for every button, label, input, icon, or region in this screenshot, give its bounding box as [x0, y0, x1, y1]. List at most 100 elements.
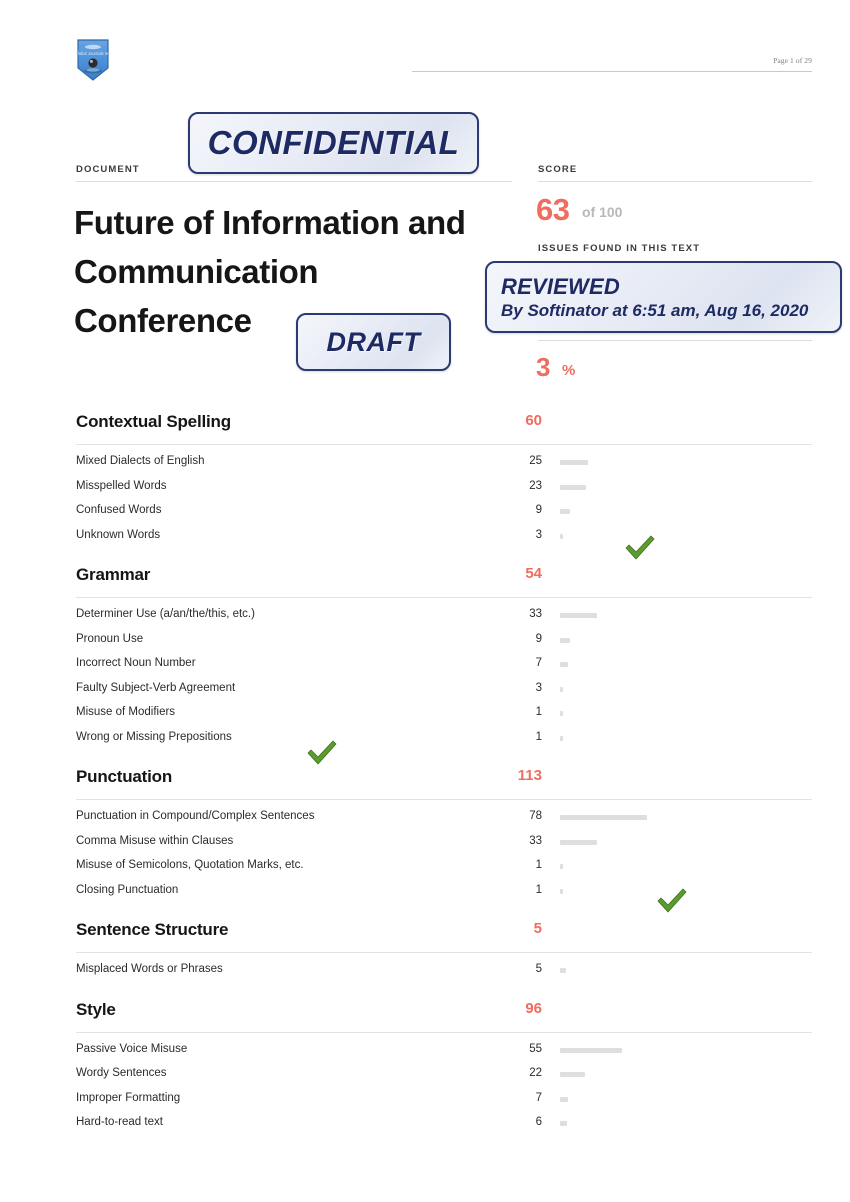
reviewed-stamp-title: REVIEWED — [501, 273, 620, 299]
issue-label: Passive Voice Misuse — [76, 1042, 188, 1055]
issue-section: Grammar 54 Determiner Use (a/an/the/this, … — [0, 565, 850, 749]
issue-count: 9 — [535, 632, 542, 645]
issue-count: 78 — [529, 810, 542, 823]
issue-bar — [560, 460, 588, 465]
plagiarism-divider — [538, 340, 812, 341]
issue-row: Misspelled Words 23 — [0, 474, 850, 499]
confidential-stamp: CONFIDENTIAL — [188, 112, 479, 174]
issue-sections: Contextual Spelling 60 Mixed Dialects of E… — [0, 412, 850, 1153]
score-column-label: SCORE — [538, 164, 578, 175]
issue-count: 1 — [535, 859, 542, 872]
issue-bar — [560, 1096, 568, 1102]
section-header: Grammar 54 — [0, 565, 850, 597]
issue-label: Misuse of Modifiers — [76, 706, 176, 719]
issue-label: Wordy Sentences — [76, 1067, 167, 1080]
issue-row: Misplaced Words or Phrases 5 — [0, 957, 850, 982]
issue-bar — [560, 711, 563, 716]
issue-section: Style 96 Passive Voice Misuse 55 Wordy Sente… — [0, 1000, 850, 1135]
issue-label: Faulty Subject-Verb Agreement — [76, 681, 236, 694]
section-header: Sentence Structure 5 — [0, 920, 850, 952]
issue-count: 3 — [535, 681, 542, 694]
issue-section: Contextual Spelling 60 Mixed Dialects of E… — [0, 412, 850, 547]
issue-section: Punctuation 113 Punctuation in Compound/Co… — [0, 767, 850, 902]
issue-bar — [560, 864, 563, 869]
issue-count: 25 — [529, 455, 542, 468]
issue-row: Improper Formatting 7 — [0, 1086, 850, 1111]
section-rows: Determiner Use (a/an/the/this, etc.) 33 Pr… — [0, 598, 850, 749]
issue-count: 1 — [535, 883, 542, 896]
section-title: Contextual Spelling — [76, 412, 231, 431]
issue-label: Punctuation in Compound/Complex Sentence… — [76, 810, 315, 823]
score-value: 63 — [536, 192, 570, 227]
issue-label: Misspelled Words — [76, 479, 167, 492]
section-count: 5 — [533, 920, 542, 937]
score-max-label: of 100 — [582, 204, 623, 220]
issue-row: Misuse of Modifiers 1 — [0, 700, 850, 725]
issue-label: Determiner Use (a/an/the/this, etc.) — [76, 608, 255, 621]
reviewed-stamp-subtitle: By Softinator at 6:51 am, Aug 16, 2020 — [501, 300, 809, 320]
issue-bar — [560, 815, 648, 820]
issue-row: Unknown Words 3 — [0, 523, 850, 548]
issue-count: 1 — [535, 730, 542, 743]
issue-label: Closing Punctuation — [76, 883, 179, 896]
issue-bar — [560, 662, 568, 667]
issue-row: Comma Misuse within Clauses 33 — [0, 829, 850, 854]
issue-count: 6 — [535, 1116, 542, 1129]
issue-count: 9 — [535, 504, 542, 517]
issue-row: Incorrect Noun Number 7 — [0, 651, 850, 676]
issue-label: Wrong or Missing Prepositions — [76, 730, 232, 743]
issue-row: Closing Punctuation 1 — [0, 878, 850, 903]
issue-count: 23 — [529, 479, 542, 492]
issue-label: Misuse of Semicolons, Quotation Marks, e… — [76, 859, 304, 872]
issue-bar — [560, 637, 571, 643]
section-title: Punctuation — [76, 767, 173, 786]
reviewed-stamp: REVIEWED By Softinator at 6:51 am, Aug 1… — [485, 261, 842, 333]
issue-bar — [560, 533, 564, 539]
issue-count: 5 — [535, 963, 542, 976]
issue-bar — [560, 613, 597, 618]
issue-count: 1 — [535, 706, 542, 719]
section-title: Grammar — [76, 565, 151, 584]
issue-label: Improper Formatting — [76, 1091, 181, 1104]
section-count: 54 — [525, 565, 542, 582]
issue-row: Punctuation in Compound/Complex Sentence… — [0, 804, 850, 829]
issue-bar — [560, 509, 571, 514]
score-divider — [538, 181, 812, 182]
issue-row: Wrong or Missing Prepositions 1 — [0, 725, 850, 750]
issue-count: 7 — [535, 657, 542, 670]
section-title: Style — [76, 999, 116, 1019]
plagiarism-value: 3 — [536, 352, 550, 382]
issue-label: Hard-to-read text — [76, 1116, 163, 1129]
section-count: 96 — [525, 999, 542, 1017]
draft-stamp: DRAFT — [296, 313, 451, 371]
issue-bar — [560, 484, 586, 490]
issue-bar — [560, 968, 566, 973]
section-header: Contextual Spelling 60 — [0, 412, 850, 444]
svg-text:Global Journals Inc.: Global Journals Inc. — [76, 51, 110, 56]
issue-label: Misplaced Words or Phrases — [76, 963, 223, 976]
issue-bar — [560, 1047, 622, 1053]
issue-section: Sentence Structure 5 Misplaced Words or Ph… — [0, 920, 850, 982]
shield-badge-icon: Global Journals Inc. — [76, 38, 110, 82]
issue-label: Incorrect Noun Number — [76, 657, 196, 670]
section-rows: Misplaced Words or Phrases 5 — [0, 953, 850, 982]
issue-label: Comma Misuse within Clauses — [76, 834, 234, 847]
issue-row: Pronoun Use 9 — [0, 627, 850, 652]
section-header: Punctuation 113 — [0, 767, 850, 799]
issue-bar — [560, 888, 563, 894]
issue-row: Wordy Sentences 22 — [0, 1061, 850, 1086]
section-count: 113 — [517, 767, 542, 784]
issue-count: 22 — [529, 1067, 542, 1080]
issue-label: Pronoun Use — [76, 632, 144, 645]
section-rows: Mixed Dialects of English 25 Misspelled Wo… — [0, 445, 850, 547]
issues-found-label: ISSUES FOUND IN THIS TEXT — [538, 243, 701, 254]
issue-bar — [560, 686, 564, 692]
confidential-stamp-text: CONFIDENTIAL — [207, 124, 460, 161]
issue-row: Confused Words 9 — [0, 498, 850, 523]
issue-label: Unknown Words — [76, 528, 161, 541]
section-rows: Punctuation in Compound/Complex Sentence… — [0, 800, 850, 902]
